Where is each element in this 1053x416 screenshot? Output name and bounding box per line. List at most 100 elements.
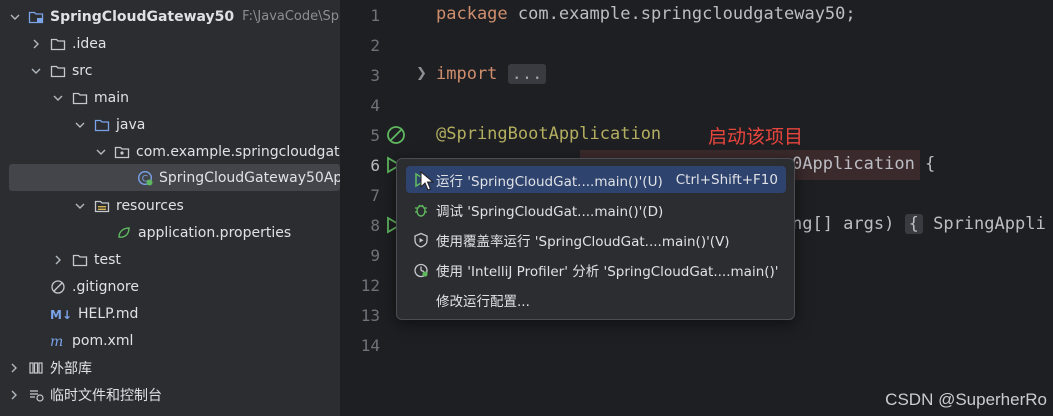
folder-icon bbox=[72, 252, 88, 268]
chevron-right-icon[interactable] bbox=[52, 254, 64, 266]
keyword: import bbox=[436, 64, 498, 84]
profiler-icon bbox=[412, 261, 430, 279]
scratches-icon bbox=[28, 387, 44, 403]
library-icon bbox=[28, 360, 44, 376]
tree-item-main[interactable]: main bbox=[0, 84, 340, 111]
tree-item-label: SpringCloudGateway50App bbox=[159, 169, 340, 186]
tree-item-label: HELP.md bbox=[78, 305, 139, 322]
menu-item-shortcut: Ctrl+Shift+F10 bbox=[675, 171, 778, 188]
tree-item-label: 临时文件和控制台 bbox=[50, 387, 162, 404]
folded-imports[interactable]: ... bbox=[507, 64, 547, 84]
tree-root-label: SpringCloudGateway50 bbox=[50, 8, 235, 25]
svg-text:m: m bbox=[50, 334, 63, 349]
tree-item-src[interactable]: src bbox=[0, 57, 340, 84]
line-number: 14 bbox=[360, 336, 380, 355]
code-line-9: ng[] args) { SpringAppli bbox=[792, 214, 1046, 234]
folder-icon bbox=[72, 90, 88, 106]
menu-item-label: 使用 'IntelliJ Profiler' 分析 'SpringCloudGa… bbox=[436, 263, 779, 280]
tree-root-path: F:\JavaCode\Spring bbox=[242, 9, 340, 24]
spring-class-icon: C bbox=[137, 170, 153, 186]
chevron-down-icon[interactable] bbox=[96, 146, 106, 158]
watermark: CSDN @SuperherRo bbox=[885, 390, 1047, 409]
tree-item-resources[interactable]: resources bbox=[0, 192, 340, 219]
spring-bean-icon[interactable] bbox=[385, 124, 407, 150]
folder-icon bbox=[50, 36, 66, 52]
chevron-down-icon[interactable] bbox=[74, 119, 86, 131]
tree-item-help[interactable]: M↓ HELP.md bbox=[0, 300, 340, 327]
code-line-7: 0Application { bbox=[792, 154, 935, 174]
menu-item-run[interactable]: 运行 'SpringCloudGat....main()'(U) Ctrl+Sh… bbox=[406, 166, 786, 193]
markdown-icon: M↓ bbox=[50, 306, 72, 322]
line-number: 8 bbox=[370, 216, 380, 235]
tree-item-label: java bbox=[116, 116, 146, 133]
tree-item-label: pom.xml bbox=[72, 332, 134, 349]
line-number: 5 bbox=[370, 126, 380, 145]
menu-item-coverage[interactable]: 使用覆盖率运行 'SpringCloudGat....main()'(V) bbox=[406, 226, 786, 253]
mouse-cursor-icon bbox=[420, 171, 434, 191]
chevron-down-icon[interactable] bbox=[52, 92, 64, 104]
tree-item-java[interactable]: java bbox=[0, 111, 340, 138]
code-text: ng[] args) bbox=[792, 214, 895, 234]
menu-item-label: 运行 'SpringCloudGat....main()'(U) bbox=[436, 173, 663, 190]
tree-item-gitignore[interactable]: .gitignore bbox=[0, 273, 340, 300]
run-context-menu: 运行 'SpringCloudGat....main()'(U) Ctrl+Sh… bbox=[396, 158, 795, 320]
tree-item-package[interactable]: com.example.springcloudgatew bbox=[0, 138, 340, 165]
resources-folder-icon bbox=[94, 198, 110, 214]
code-text: com.example.springcloudgateway50; bbox=[507, 4, 856, 24]
line-number: 9 bbox=[370, 246, 380, 265]
tree-item-label: src bbox=[72, 62, 93, 79]
tree-item-label: com.example.springcloudgatew bbox=[136, 143, 340, 160]
code-text: SpringAppli bbox=[922, 214, 1046, 234]
menu-item-label: 调试 'SpringCloudGat....main()'(D) bbox=[436, 203, 664, 220]
coverage-icon bbox=[412, 231, 430, 249]
tree-item-test[interactable]: test bbox=[0, 246, 340, 273]
tree-root[interactable]: SpringCloudGateway50 F:\JavaCode\Spring bbox=[0, 3, 340, 30]
chevron-right-icon[interactable] bbox=[8, 389, 20, 401]
tree-item-idea[interactable]: .idea bbox=[0, 30, 340, 57]
tree-item-properties[interactable]: application.properties bbox=[0, 219, 340, 246]
line-number: 12 bbox=[360, 276, 380, 295]
line-number: 13 bbox=[360, 306, 380, 325]
tree-item-external-libraries[interactable]: 外部库 bbox=[0, 354, 340, 381]
folded-body[interactable]: { bbox=[904, 214, 923, 234]
tree-item-label: resources bbox=[116, 197, 184, 214]
line-number: 7 bbox=[370, 186, 380, 205]
annotation: @SpringBootApplication bbox=[436, 124, 662, 144]
line-number: 3 bbox=[370, 66, 380, 85]
tree-item-label: test bbox=[94, 251, 121, 268]
annotation-note: 启动该项目 bbox=[708, 126, 804, 148]
chevron-right-icon[interactable] bbox=[8, 362, 20, 374]
tree-item-label: .idea bbox=[72, 35, 107, 52]
tree-item-app-class[interactable]: C SpringCloudGateway50App bbox=[9, 164, 340, 191]
tree-item-pom[interactable]: m pom.xml bbox=[0, 327, 340, 354]
module-folder-icon bbox=[28, 9, 44, 25]
line-number: 2 bbox=[370, 36, 380, 55]
tree-item-label: application.properties bbox=[138, 224, 292, 241]
maven-icon: m bbox=[50, 333, 66, 349]
folder-icon bbox=[50, 63, 66, 79]
package-icon bbox=[114, 144, 130, 160]
menu-item-label: 修改运行配置... bbox=[436, 293, 530, 310]
keyword: package bbox=[436, 4, 508, 24]
tree-item-label: 外部库 bbox=[50, 360, 92, 377]
tree-item-label: main bbox=[94, 89, 129, 106]
line-number: 4 bbox=[370, 96, 380, 115]
ignore-file-icon bbox=[50, 279, 66, 295]
code-line-3: import ... bbox=[436, 64, 547, 84]
chevron-down-icon[interactable] bbox=[74, 200, 86, 212]
code-line-6: @SpringBootApplication bbox=[436, 124, 661, 144]
menu-item-modify-config[interactable]: 修改运行配置... bbox=[406, 286, 786, 313]
menu-item-label: 使用覆盖率运行 'SpringCloudGat....main()'(V) bbox=[436, 233, 730, 250]
line-number: 6 bbox=[370, 156, 380, 175]
chevron-right-icon[interactable] bbox=[30, 38, 42, 50]
menu-item-debug[interactable]: 调试 'SpringCloudGat....main()'(D) bbox=[406, 196, 786, 223]
code-line-1: package com.example.springcloudgateway50… bbox=[436, 4, 856, 24]
chevron-down-icon[interactable] bbox=[30, 65, 42, 77]
menu-item-profiler[interactable]: 使用 'IntelliJ Profiler' 分析 'SpringCloudGa… bbox=[406, 256, 786, 283]
debug-icon bbox=[412, 201, 430, 219]
chevron-down-icon[interactable] bbox=[10, 11, 20, 23]
source-folder-icon bbox=[94, 117, 110, 133]
fold-chevron-icon[interactable]: ❯ bbox=[416, 66, 427, 81]
line-number: 1 bbox=[370, 6, 380, 25]
tree-item-scratches[interactable]: 临时文件和控制台 bbox=[0, 381, 340, 408]
